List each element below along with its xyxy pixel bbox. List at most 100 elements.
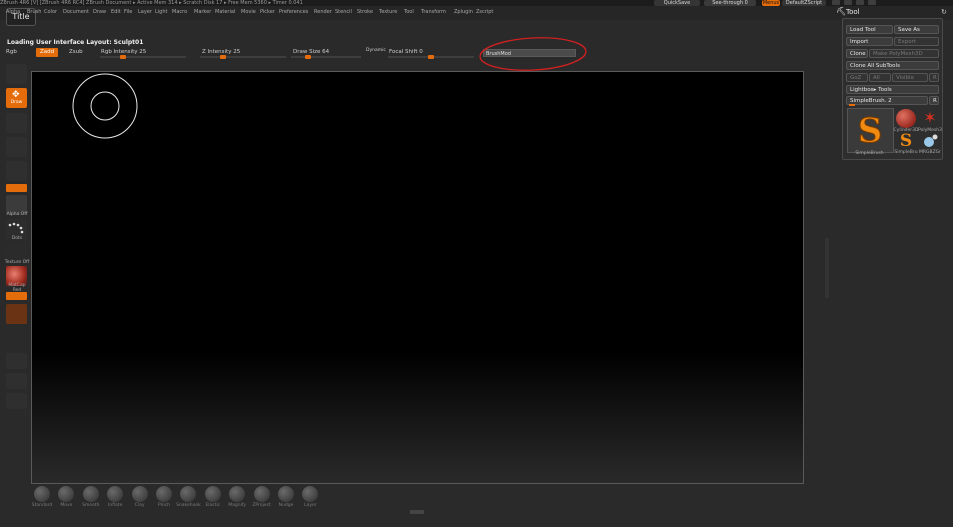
maximize-icon[interactable] (856, 0, 864, 5)
expand-handle[interactable] (410, 510, 424, 514)
zadd-toggle[interactable]: Zadd (36, 48, 58, 57)
brush-magnify-icon[interactable] (229, 486, 246, 502)
menu-item-transform[interactable]: Transform (421, 9, 446, 15)
shelf-icon-3[interactable] (6, 393, 27, 409)
current-tool-slider[interactable]: SimpleBrush. 2 (846, 96, 928, 105)
alpha-label: Alpha Off (6, 212, 28, 217)
right-tray-handle[interactable] (825, 238, 829, 298)
brush-clay-icon[interactable] (131, 486, 148, 502)
menu-item-preferences[interactable]: Preferences (279, 9, 308, 15)
current-tool-label: SimpleBrush. 2 (850, 98, 892, 104)
focal-shift-slider[interactable] (388, 55, 474, 59)
shelf-icon-1[interactable] (6, 353, 27, 369)
lightbox-tools-button[interactable]: Lightbox▸ Tools (846, 85, 939, 94)
close-icon[interactable] (868, 0, 876, 5)
current-tool-r-button[interactable]: R (929, 96, 939, 105)
tool-panel-title[interactable]: Tool (846, 8, 860, 16)
help-icon[interactable] (832, 0, 840, 5)
menu-item-zscript[interactable]: Zscript (476, 9, 493, 15)
brush-pinch-icon[interactable] (156, 486, 172, 502)
menu-item-color[interactable]: Color (44, 9, 57, 15)
move-icon[interactable] (6, 113, 27, 133)
refresh-icon[interactable]: ↻ (941, 8, 947, 16)
edit-icon[interactable] (6, 64, 27, 84)
menu-item-layer[interactable]: Layer (138, 9, 152, 15)
menu-item-movie[interactable]: Movie (241, 9, 256, 15)
draw-label: Draw (10, 100, 23, 105)
menu-item-texture[interactable]: Texture (379, 9, 397, 15)
default-script-button[interactable]: DefaultZScript (782, 0, 826, 6)
svg-text:S: S (858, 111, 883, 147)
polymesh-star-icon[interactable]: ✶ (921, 108, 939, 128)
menu-item-alpha[interactable]: Alpha (6, 9, 20, 15)
rotate-icon[interactable] (6, 161, 27, 181)
z-intensity-slider[interactable] (200, 55, 286, 59)
see-through-slider[interactable]: See-through 0 (704, 0, 756, 6)
save-as-button[interactable]: Save As (894, 25, 939, 34)
menu-item-render[interactable]: Render (314, 9, 332, 15)
menu-item-stencil[interactable]: Stencil (335, 9, 352, 15)
clone-button[interactable]: Clone (846, 49, 868, 58)
main-tool-label: SimpleBrush (855, 151, 884, 156)
menu-item-material[interactable]: Material (215, 9, 235, 15)
menus-button[interactable]: Menus (762, 0, 780, 6)
brush-elastic-icon[interactable] (204, 486, 221, 502)
goz-button[interactable]: GoZ (846, 73, 868, 82)
menu-item-edit[interactable]: Edit (111, 9, 121, 15)
brush-layer-icon[interactable] (302, 486, 319, 502)
brush-zproject-icon[interactable] (253, 486, 270, 502)
visible-button[interactable]: Visible (892, 73, 928, 82)
export-button[interactable]: Export (894, 37, 939, 46)
menu-item-document[interactable]: Document (63, 9, 89, 15)
all-button[interactable]: All (869, 73, 891, 82)
cylinder3d-thumbnail[interactable] (896, 109, 916, 128)
document-canvas[interactable] (31, 71, 804, 484)
menu-item-light[interactable]: Light (155, 9, 167, 15)
quicksave-button[interactable]: QuickSave (654, 0, 700, 6)
simplebrush-small-thumbnail[interactable]: S (896, 132, 916, 150)
focal-shift-label: Focal Shift 0 (389, 49, 423, 55)
move-arrows-icon: ✥ (12, 90, 20, 100)
menu-item-zplugin[interactable]: Zplugin (454, 9, 473, 15)
mrgbzgrabber-thumbnail[interactable] (921, 132, 939, 150)
shelf-icon-2[interactable] (6, 373, 27, 389)
tool-icon: ⛏ (836, 7, 847, 16)
menu-item-marker[interactable]: Marker (194, 9, 211, 15)
menu-item-draw[interactable]: Draw (93, 9, 106, 15)
brush-layer-label: Layer (304, 503, 317, 508)
minimize-icon[interactable] (844, 0, 852, 5)
draw-button[interactable]: ✥ Draw (6, 88, 27, 108)
clone-all-subtools-button[interactable]: Clone All SubTools (846, 61, 939, 70)
menu-item-tool[interactable]: Tool (404, 9, 414, 15)
rgb-intensity-slider[interactable] (100, 55, 186, 59)
brush-standard-icon[interactable] (34, 486, 50, 502)
brush-snakehook-icon[interactable] (180, 486, 197, 502)
menu-item-file[interactable]: File (124, 9, 132, 15)
mrgb-bar[interactable] (6, 184, 27, 192)
load-tool-button[interactable]: Load Tool (846, 25, 893, 34)
dynamic-toggle[interactable]: Dynamic (366, 48, 386, 53)
red-annotation-ellipse (479, 37, 587, 71)
menu-item-picker[interactable]: Picker (260, 9, 275, 15)
brush-smooth-icon[interactable] (82, 486, 99, 502)
import-button[interactable]: Import (846, 37, 893, 46)
brush-nudge-icon[interactable] (278, 486, 294, 502)
menu-item-stroke[interactable]: Stroke (357, 9, 373, 15)
goz-r-button[interactable]: R (929, 73, 939, 82)
stroke-label: Dots (11, 236, 23, 241)
rgb-toggle[interactable]: Rgb (6, 49, 17, 55)
simplebrush-small-label: SimpleBru (894, 150, 918, 155)
make-polymesh-button[interactable]: Make PolyMesh3D (869, 49, 939, 58)
main-tool-thumbnail[interactable]: S (847, 108, 894, 153)
color-swatch[interactable] (6, 292, 27, 300)
color-picker-thumbnail[interactable] (6, 304, 27, 324)
current-tool-slider-knob (849, 104, 855, 106)
scale-icon[interactable] (6, 137, 27, 157)
tool-panel: Load Tool Save As Import Export Clone Ma… (842, 18, 943, 160)
draw-size-slider[interactable] (291, 55, 361, 59)
menu-item-brush[interactable]: Brush (27, 9, 41, 15)
brush-inflate-icon[interactable] (107, 486, 124, 502)
menu-item-macro[interactable]: Macro (172, 9, 187, 15)
zsub-toggle[interactable]: Zsub (69, 49, 83, 55)
brush-move-icon[interactable] (58, 486, 75, 502)
